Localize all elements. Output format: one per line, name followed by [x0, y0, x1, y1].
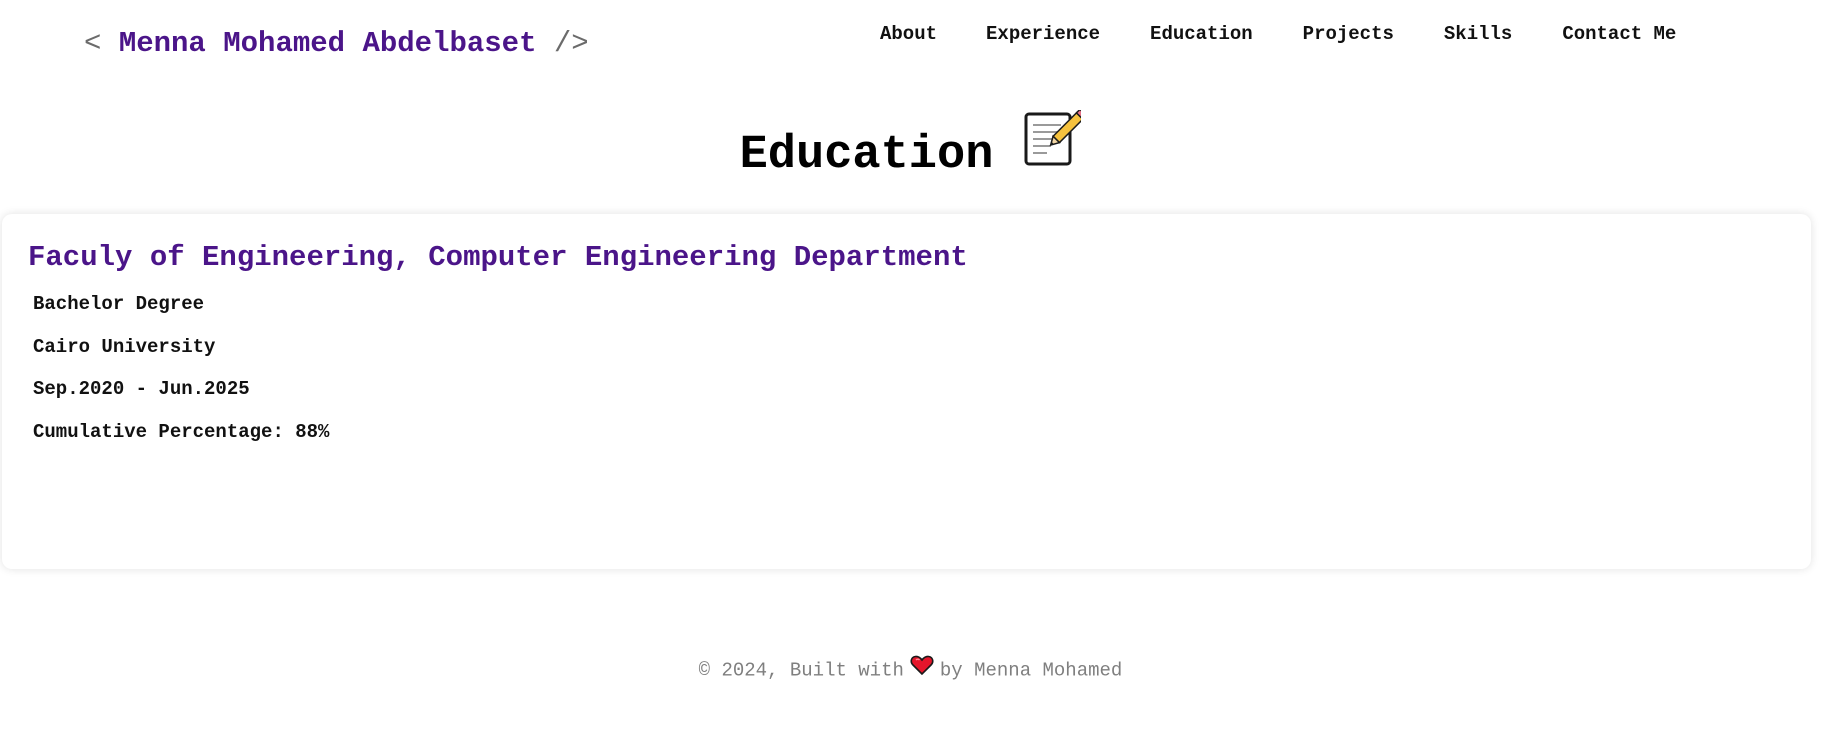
heart-icon — [910, 654, 934, 683]
nav-link-contact[interactable]: Contact Me — [1562, 22, 1676, 46]
education-card: Faculy of Engineering, Computer Engineer… — [2, 214, 1811, 569]
brand-name: Menna Mohamed Abdelbaset — [118, 27, 537, 60]
nav-link-education[interactable]: Education — [1150, 22, 1253, 46]
section-title: Education — [0, 108, 1821, 193]
site-footer: © 2024, Built with by Menna Mohamed — [0, 654, 1821, 685]
main-nav: About Experience Education Projects Skil… — [880, 22, 1676, 46]
site-header: < Menna Mohamed Abdelbaset /> About Expe… — [0, 0, 1821, 80]
memo-pencil-icon — [1023, 108, 1088, 187]
nav-link-skills[interactable]: Skills — [1444, 22, 1512, 46]
grade-text: Cumulative Percentage: 88% — [33, 421, 330, 443]
brand-open-bracket: < — [84, 27, 102, 60]
nav-link-projects[interactable]: Projects — [1303, 22, 1394, 46]
site-brand[interactable]: < Menna Mohamed Abdelbaset /> — [84, 26, 589, 62]
university-text: Cairo University — [33, 336, 216, 358]
footer-suffix: by Menna Mohamed — [939, 659, 1123, 682]
degree-text: Bachelor Degree — [33, 293, 205, 315]
nav-link-experience[interactable]: Experience — [986, 22, 1100, 46]
nav-link-about[interactable]: About — [880, 22, 937, 46]
footer-prefix: © 2024, Built with — [698, 659, 904, 682]
section-title-text: Education — [739, 128, 994, 182]
brand-close-bracket: /> — [553, 27, 589, 60]
period-text: Sep.2020 - Jun.2025 — [33, 378, 250, 400]
institution-title: Faculy of Engineering, Computer Engineer… — [28, 241, 968, 274]
